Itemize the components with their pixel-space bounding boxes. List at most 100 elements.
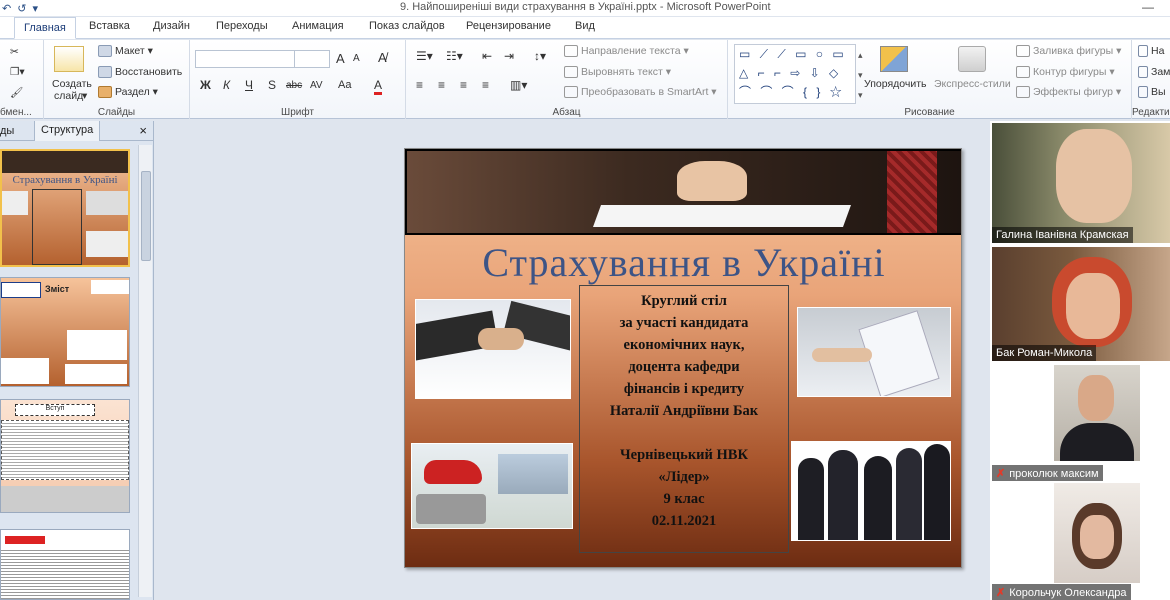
center-line-2: за участі кандидата xyxy=(619,315,749,331)
shape-fill-button[interactable]: Заливка фигуры ▾ xyxy=(1016,45,1121,58)
shapes-gallery[interactable]: ▭ ⟋ ⟋ ▭ ○ ▭ △ ⌐ ⌐ ⇨ ⇩ ◇ ⌒ ⌒ ⌒ { } ☆ xyxy=(734,44,856,104)
tab-view[interactable]: Вид xyxy=(575,20,595,32)
shape-outline-button[interactable]: Контур фигуры ▾ xyxy=(1016,66,1115,79)
ribbon: ✂ ❐▾ 🖌 бмен... Создать слайд ▾ Макет ▾ В… xyxy=(0,40,1170,119)
copy-icon[interactable]: ❐▾ xyxy=(10,66,25,78)
arrange-button[interactable]: Упорядочить xyxy=(864,78,926,90)
decrease-indent-icon[interactable]: ⇤ xyxy=(482,49,492,63)
smartart-icon xyxy=(564,86,578,99)
participant-3-frame xyxy=(1054,365,1140,461)
shapes-scroll-icon[interactable]: ▴ ▾ ▾ xyxy=(858,45,863,105)
format-painter-icon[interactable]: 🖌 xyxy=(10,86,23,99)
close-icon[interactable]: × xyxy=(139,123,147,138)
participant-3-label: проколюк максим xyxy=(1009,468,1099,480)
align-left-icon[interactable]: ≡ xyxy=(416,78,423,92)
quick-styles-button[interactable]: Экспресс-стили xyxy=(934,78,1011,90)
participant-1-face xyxy=(1056,129,1132,223)
slide-thumbnail-4[interactable] xyxy=(0,529,130,600)
increase-indent-icon[interactable]: ⇥ xyxy=(504,49,514,63)
shape-effects-label: Эффекты фигур xyxy=(1033,86,1113,98)
window-title: 9. Найпоширеніші види страхування в Укра… xyxy=(400,1,771,13)
slides-panel-scrollbar[interactable] xyxy=(138,145,152,597)
reset-button[interactable]: Восстановить xyxy=(98,66,182,79)
slide-thumbnail-3[interactable]: Вступ xyxy=(0,399,130,513)
shape-fill-icon xyxy=(1016,45,1030,58)
font-size-select[interactable] xyxy=(294,50,330,68)
shrink-font-button[interactable]: A xyxy=(353,53,360,64)
align-text-button[interactable]: Выровнять текст ▾ xyxy=(564,66,671,79)
layout-button[interactable]: Макет ▾ xyxy=(98,45,153,58)
align-center-icon[interactable]: ≡ xyxy=(438,78,445,92)
smartart-button[interactable]: Преобразовать в SmartArt ▾ xyxy=(564,86,717,99)
thumb3-text xyxy=(1,420,129,480)
arrange-icon[interactable] xyxy=(880,46,908,72)
participant-video-4[interactable]: ✗ Корольчук Олександра xyxy=(992,483,1170,600)
section-button[interactable]: Раздел ▾ xyxy=(98,86,158,99)
bullets-icon[interactable]: ☰▾ xyxy=(416,49,433,63)
car-money-photo xyxy=(411,443,573,529)
justify-icon[interactable]: ≡ xyxy=(482,78,489,92)
new-slide-icon[interactable] xyxy=(54,46,84,72)
tab-transitions[interactable]: Переходы xyxy=(216,20,268,32)
italic-button[interactable]: К xyxy=(223,78,230,92)
participant-video-1[interactable]: Галина Іванівна Крамская xyxy=(992,123,1170,243)
find-button[interactable]: На xyxy=(1138,45,1164,58)
undo-icon[interactable]: ↶ xyxy=(2,2,11,15)
shadow-button[interactable]: S xyxy=(268,78,276,92)
cut-icon[interactable]: ✂ xyxy=(10,46,19,58)
clear-format-icon[interactable]: A̸ xyxy=(378,50,387,65)
slide-center-textbox[interactable]: Круглий стіл за участі кандидата економі… xyxy=(579,285,789,553)
thumb4-header xyxy=(5,536,45,544)
slide-thumbnail-2[interactable]: Зміст xyxy=(0,277,130,387)
slide-thumbnail-1[interactable]: Страхування в Україні xyxy=(0,149,130,267)
participant-name-4: ✗ Корольчук Олександра xyxy=(992,584,1131,600)
font-family-select[interactable] xyxy=(195,50,295,68)
columns-icon[interactable]: ▥▾ xyxy=(510,78,527,92)
align-right-icon[interactable]: ≡ xyxy=(460,78,467,92)
qat-dropdown-icon[interactable]: ▾ xyxy=(32,2,38,15)
current-slide[interactable]: Страхування в Україні Круглий стіл за уч… xyxy=(404,148,962,568)
redo-icon[interactable]: ↺ xyxy=(17,2,26,15)
center-line-5: фінансів і кредиту xyxy=(623,381,745,397)
underline-button[interactable]: Ч xyxy=(245,78,253,92)
strikethrough-button[interactable]: abc xyxy=(286,80,302,91)
shape-fill-label: Заливка фигуры xyxy=(1033,45,1114,57)
participant-video-3[interactable]: ✗ проколюк максим xyxy=(992,365,1170,481)
tab-slideshow[interactable]: Показ слайдов xyxy=(369,20,445,32)
participant-video-2[interactable]: Бак Роман-Микола xyxy=(992,247,1170,361)
tab-animation[interactable]: Анимация xyxy=(292,20,344,32)
line-spacing-icon[interactable]: ↕▾ xyxy=(534,49,546,63)
participant-name-1: Галина Іванівна Крамская xyxy=(992,227,1133,243)
text-direction-button[interactable]: Направление текста ▾ xyxy=(564,45,689,58)
shape-outline-icon xyxy=(1016,66,1030,79)
new-slide-button-line2[interactable]: слайд xyxy=(54,90,83,102)
new-slide-button[interactable]: Создать xyxy=(52,78,92,90)
tab-outline[interactable]: Структура xyxy=(34,121,101,141)
minimize-button[interactable]: — xyxy=(1142,0,1154,14)
bold-button[interactable]: Ж xyxy=(200,78,211,92)
tab-slides[interactable]: ды xyxy=(0,125,14,137)
thumb1-photo3 xyxy=(86,231,128,257)
calculator xyxy=(416,494,486,524)
grow-font-button[interactable]: A xyxy=(336,51,345,66)
tab-insert[interactable]: Вставка xyxy=(89,20,130,32)
scrollbar-thumb[interactable] xyxy=(141,171,151,261)
new-slide-dropdown-icon[interactable]: ▾ xyxy=(82,90,87,102)
numbering-icon[interactable]: ☷▾ xyxy=(446,49,463,63)
tab-home[interactable]: Главная xyxy=(14,17,76,39)
tab-review[interactable]: Рецензирование xyxy=(466,20,551,32)
center-line-7 xyxy=(580,422,788,444)
thumb1-photo2 xyxy=(86,191,128,215)
thumb3-title: Вступ xyxy=(15,404,95,416)
shape-effects-button[interactable]: Эффекты фигур ▾ xyxy=(1016,86,1121,99)
tab-design[interactable]: Дизайн xyxy=(153,20,190,32)
group-slides: Создать слайд ▾ Макет ▾ Восстановить Раз… xyxy=(44,40,190,119)
select-button[interactable]: Вы xyxy=(1138,86,1166,99)
group-label-clipboard: бмен... xyxy=(0,107,32,118)
char-spacing-button[interactable]: AV xyxy=(310,80,323,91)
business-team-photo xyxy=(791,441,951,541)
font-color-button[interactable]: A xyxy=(374,78,383,95)
quick-styles-icon[interactable] xyxy=(958,46,986,72)
replace-button[interactable]: Зам xyxy=(1138,66,1170,79)
change-case-button[interactable]: Aa xyxy=(338,79,351,91)
